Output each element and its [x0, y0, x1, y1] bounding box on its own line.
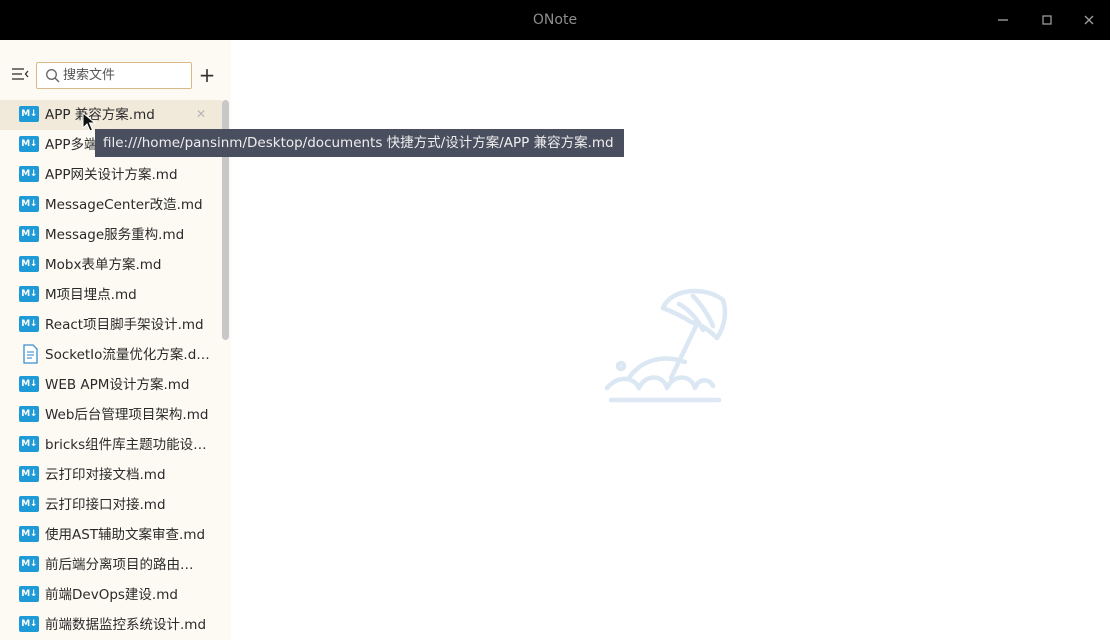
- file-list-item[interactable]: M↓ 前端DevOps建设.md: [0, 580, 222, 610]
- markdown-badge: M↓: [19, 256, 39, 272]
- markdown-icon: M↓: [19, 166, 39, 183]
- file-name: React项目脚手架设计.md: [45, 317, 204, 333]
- search-box[interactable]: [36, 62, 192, 89]
- close-button[interactable]: [1079, 10, 1099, 30]
- search-icon: [45, 68, 61, 84]
- maximize-icon: [1042, 15, 1052, 25]
- file-list-item[interactable]: M↓ bricks组件库主题功能设…: [0, 430, 222, 460]
- window-title: ONote: [532, 12, 578, 28]
- markdown-badge: M↓: [19, 616, 39, 632]
- markdown-badge: M↓: [19, 376, 39, 392]
- file-list-item[interactable]: M↓ WEB APM设计方案.md: [0, 370, 222, 400]
- markdown-icon: M↓: [19, 436, 39, 453]
- markdown-badge: M↓: [19, 466, 39, 482]
- close-icon: [1084, 15, 1094, 25]
- markdown-badge: M↓: [19, 526, 39, 542]
- file-name: 云打印对接文档.md: [45, 467, 166, 483]
- file-name: 云打印接口对接.md: [45, 497, 166, 513]
- file-list-item[interactable]: M↓ React项目脚手架设计.md: [0, 310, 222, 340]
- file-list-item[interactable]: M↓ Message服务重构.md: [0, 220, 222, 250]
- markdown-icon: M↓: [19, 256, 39, 273]
- markdown-icon: M↓: [19, 586, 39, 603]
- minimize-button[interactable]: [993, 10, 1013, 30]
- file-name: Mobx表单方案.md: [45, 257, 162, 273]
- search-input[interactable]: [63, 65, 187, 86]
- markdown-icon: M↓: [19, 406, 39, 423]
- add-file-button[interactable]: +: [197, 64, 217, 86]
- maximize-button[interactable]: [1037, 10, 1057, 30]
- file-name: SocketIo流量优化方案.d…: [45, 347, 210, 363]
- minimize-icon: [998, 19, 1008, 21]
- markdown-badge: M↓: [19, 556, 39, 572]
- file-list-item[interactable]: M↓ Web后台管理项目架构.md: [0, 400, 222, 430]
- window-titlebar[interactable]: ONote: [0, 0, 1110, 40]
- markdown-badge: M↓: [19, 136, 39, 152]
- file-list-item[interactable]: M↓ M项目埋点.md: [0, 280, 222, 310]
- markdown-badge: M↓: [19, 226, 39, 242]
- file-name: WEB APM设计方案.md: [45, 377, 190, 393]
- file-path-tooltip: file:///home/pansinm/Desktop/documents 快…: [95, 129, 624, 157]
- file-list-item[interactable]: M↓ 前端数据监控系统设计.md: [0, 610, 222, 640]
- markdown-icon: M↓: [19, 286, 39, 303]
- file-name: 前端数据监控系统设计.md: [45, 617, 207, 633]
- markdown-badge: M↓: [19, 196, 39, 212]
- beach-umbrella-icon: [601, 278, 731, 408]
- markdown-icon: M↓: [19, 376, 39, 393]
- markdown-icon: M↓: [19, 316, 39, 333]
- markdown-badge: M↓: [19, 316, 39, 332]
- markdown-badge: M↓: [19, 286, 39, 302]
- file-list-item[interactable]: M↓ 前后端分离项目的路由…: [0, 550, 222, 580]
- file-name: APP 兼容方案.md: [45, 107, 155, 123]
- file-list-item[interactable]: M↓ APP 兼容方案.md ✕: [0, 100, 222, 130]
- markdown-badge: M↓: [19, 436, 39, 452]
- mouse-cursor-icon: [82, 112, 96, 132]
- markdown-icon: M↓: [19, 136, 39, 153]
- markdown-icon: M↓: [19, 466, 39, 483]
- file-list-item[interactable]: M↓ MessageCenter改造.md: [0, 190, 222, 220]
- file-name: M项目埋点.md: [45, 287, 137, 303]
- markdown-badge: M↓: [19, 406, 39, 422]
- toggle-sidebar-button[interactable]: [10, 64, 30, 84]
- file-name: 前端DevOps建设.md: [45, 587, 178, 603]
- list-collapse-icon: [12, 68, 29, 80]
- file-name: bricks组件库主题功能设…: [45, 437, 207, 453]
- file-name: 前后端分离项目的路由…: [45, 557, 194, 573]
- app-body: + M↓APP 兼容方案.md✕M↓APP多端…M↓APP网关设计方案.mdM↓…: [0, 40, 1110, 640]
- markdown-icon: M↓: [19, 106, 39, 123]
- file-name: Message服务重构.md: [45, 227, 185, 243]
- markdown-icon: M↓: [19, 556, 39, 573]
- close-file-icon[interactable]: ✕: [196, 108, 208, 120]
- markdown-icon: M↓: [19, 616, 39, 633]
- markdown-icon: M↓: [19, 196, 39, 213]
- markdown-icon: M↓: [19, 226, 39, 243]
- sidebar-toolbar: +: [0, 40, 231, 98]
- file-list-item[interactable]: SocketIo流量优化方案.d…: [0, 340, 222, 370]
- markdown-icon: M↓: [19, 496, 39, 513]
- document-icon: [19, 344, 39, 364]
- file-list: M↓ APP 兼容方案.md ✕ M↓ APP多端… M↓ APP网关设计方案.md M↓ Me…: [0, 100, 222, 640]
- markdown-icon: M↓: [19, 526, 39, 543]
- file-name: MessageCenter改造.md: [45, 197, 203, 213]
- markdown-badge: M↓: [19, 106, 39, 122]
- markdown-badge: M↓: [19, 166, 39, 182]
- file-list-item[interactable]: M↓ Mobx表单方案.md: [0, 250, 222, 280]
- file-name: Web后台管理项目架构.md: [45, 407, 209, 423]
- file-list-item[interactable]: M↓ APP网关设计方案.md: [0, 160, 222, 190]
- file-list-item[interactable]: M↓ 云打印接口对接.md: [0, 490, 222, 520]
- markdown-badge: M↓: [19, 586, 39, 602]
- file-list-item[interactable]: M↓ 云打印对接文档.md: [0, 460, 222, 490]
- file-name: 使用AST辅助文案审查.md: [45, 527, 206, 543]
- file-list-item[interactable]: M↓ 使用AST辅助文案审查.md: [0, 520, 222, 550]
- file-name: APP网关设计方案.md: [45, 167, 178, 183]
- markdown-badge: M↓: [19, 496, 39, 512]
